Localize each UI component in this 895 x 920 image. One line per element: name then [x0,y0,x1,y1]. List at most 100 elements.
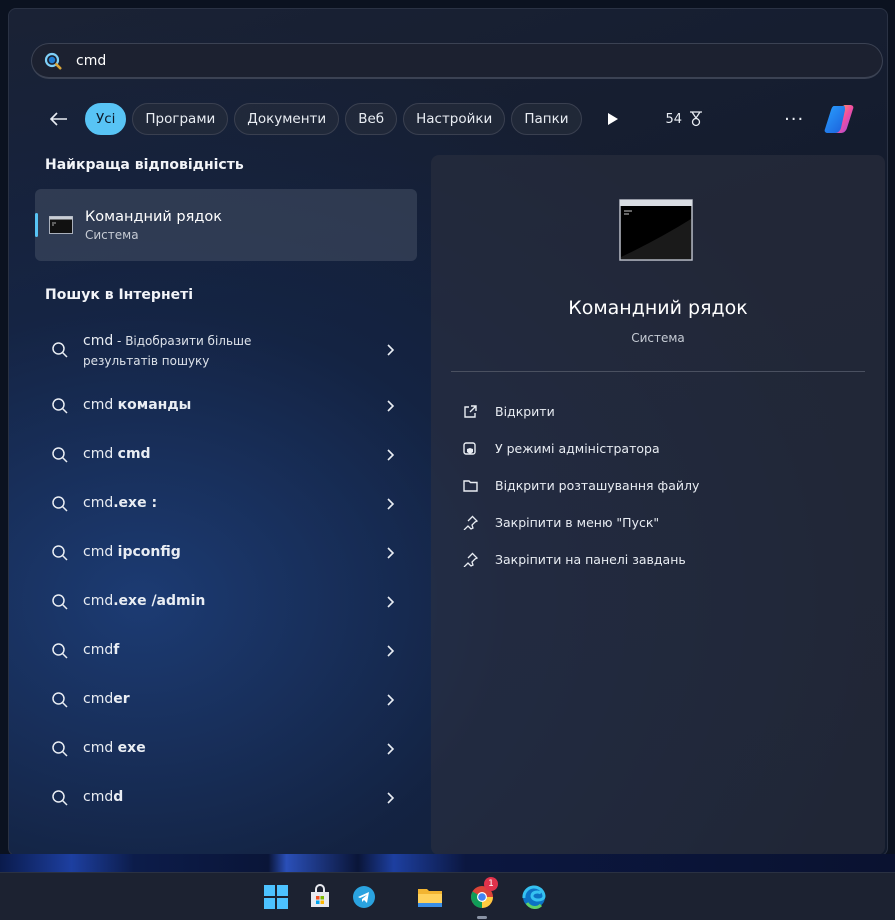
telegram-icon[interactable] [350,883,378,911]
search-icon [52,544,68,561]
result-query: cmd [83,397,118,413]
microsoft-store-icon[interactable] [306,883,334,911]
folder-icon [461,477,479,495]
result-suffix: - Відобразити більше [113,333,252,348]
filter-chip-all[interactable]: Усі [85,103,127,135]
action-open-file-location[interactable]: Відкрити розташування файлу [461,467,699,504]
result-query: cmd [83,446,118,462]
web-search-heading: Пошук в Інтернеті [45,287,194,303]
web-result-item[interactable]: cmder [35,675,419,724]
more-options-button[interactable]: ··· [784,109,804,130]
result-completion: ipconfig [117,544,181,560]
result-completion: d [113,789,124,805]
filter-chip-settings[interactable]: Настройки [403,103,506,135]
best-match-subtitle: Система [85,227,139,242]
result-completion: .exe /admin [113,593,206,609]
run-as-admin-icon [461,440,479,458]
taskbar: 1 [0,872,895,920]
search-icon [52,740,68,757]
rewards-count-value: 54 [665,111,683,127]
preview-pane: Командний рядок Система Відкрити У режим… [431,155,885,855]
search-icon [52,342,68,358]
search-icon [52,593,68,610]
filter-chip-web[interactable]: Веб [345,103,398,135]
web-result-item[interactable]: cmd.exe : [35,479,419,528]
result-query: cmd [83,495,114,511]
file-explorer-icon[interactable] [416,883,444,911]
command-prompt-icon [619,199,693,261]
search-icon [52,691,68,708]
action-pin-to-taskbar[interactable]: Закріпити на панелі завдань [461,541,699,578]
preview-title: Командний рядок [568,297,748,319]
start-search-panel: Усі Програми Документи Веб Настройки Пап… [8,8,888,856]
chevron-right-icon [387,791,395,804]
action-open[interactable]: Відкрити [461,393,699,430]
result-query: cmd [83,740,118,756]
search-input[interactable] [76,52,856,69]
search-icon [52,642,68,659]
result-query: cmd [83,789,114,805]
copilot-icon[interactable] [824,104,858,134]
action-label: Відкрити розташування файлу [495,478,700,493]
action-run-as-admin[interactable]: У режимі адміністратора [461,430,699,467]
open-external-icon [461,403,479,421]
chevron-right-icon [387,644,395,657]
action-label: Закріпити в меню "Пуск" [495,515,660,530]
search-bar[interactable] [31,43,883,79]
result-completion: команды [117,397,192,413]
back-arrow-icon [50,112,67,126]
more-filters-button[interactable] [607,113,628,125]
pin-icon [461,514,479,532]
web-result-item[interactable]: cmd exe [35,724,419,773]
web-result-item[interactable]: cmd команды [35,381,419,430]
web-result-item[interactable]: cmdd [35,773,419,822]
chevron-right-icon [387,693,395,706]
chevron-right-icon [387,344,395,356]
filter-chip-apps[interactable]: Програми [132,103,229,135]
chevron-right-icon [387,448,395,461]
web-results-list: cmd - Відобразити більше результатів пош… [35,319,419,822]
divider [451,371,865,372]
result-query: cmd [83,332,114,349]
result-query: cmd [83,544,118,560]
web-result-item[interactable]: cmdf [35,626,419,675]
results-column: Найкраща відповідність Командний рядок С… [35,157,419,822]
play-icon [607,113,618,125]
windows-start-icon[interactable] [262,883,290,911]
notification-badge: 1 [484,877,498,891]
pin-icon [461,551,479,569]
web-result-item[interactable]: cmd - Відобразити більше результатів пош… [35,319,419,381]
desktop-wallpaper [0,854,895,872]
rewards-count[interactable]: 54 [666,111,705,127]
filter-chip-documents[interactable]: Документи [234,103,340,135]
result-completion: exe [117,740,146,756]
action-label: Закріпити на панелі завдань [495,552,686,567]
chrome-button[interactable]: 1 [468,877,498,919]
best-match-title: Командний рядок [85,208,223,225]
web-result-item[interactable]: cmd ipconfig [35,528,419,577]
back-button[interactable] [45,105,73,133]
best-match-heading: Найкраща відповідність [45,157,244,173]
web-result-item[interactable]: cmd.exe /admin [35,577,419,626]
chevron-right-icon [387,546,395,559]
action-pin-to-start[interactable]: Закріпити в меню "Пуск" [461,504,699,541]
action-label: Відкрити [495,404,555,419]
web-result-item[interactable]: cmd cmd [35,430,419,479]
preview-subtitle: Система [631,331,685,345]
search-icon [52,495,68,512]
search-icon [52,789,68,806]
result-completion: cmd [117,446,151,462]
chevron-right-icon [387,742,395,755]
search-icon [52,446,68,463]
edge-icon[interactable] [520,883,548,911]
result-query: cmd [83,593,114,609]
result-query: cmd [83,691,114,707]
result-completion: .exe : [113,495,158,511]
result-query: cmd [83,642,114,658]
command-prompt-icon [49,216,73,234]
result-completion: er [113,691,130,707]
best-match-item[interactable]: Командний рядок Система [35,189,417,261]
filter-chip-folders[interactable]: Папки [511,103,582,135]
selection-indicator [35,213,38,237]
chevron-right-icon [387,595,395,608]
